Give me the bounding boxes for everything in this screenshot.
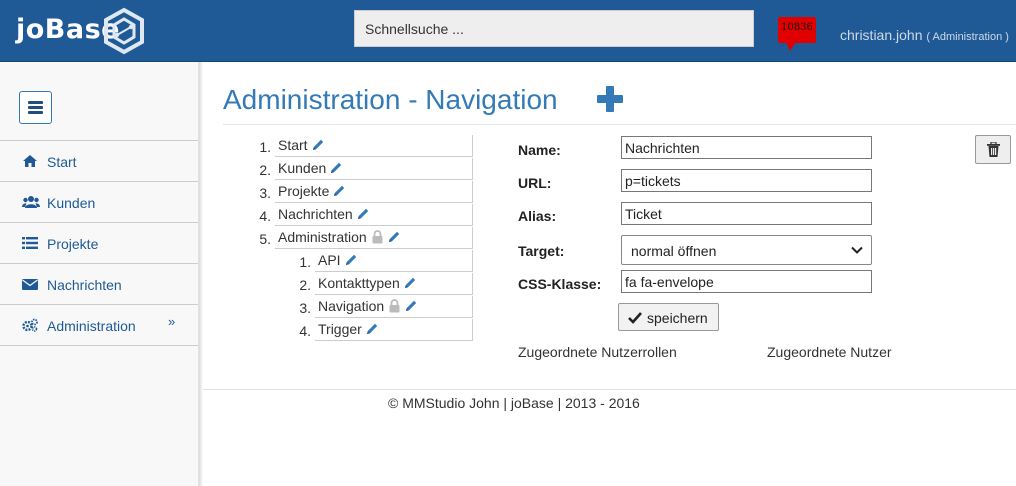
tree-child-api[interactable]: API	[315, 250, 473, 272]
user-role: ( Administration )	[926, 31, 1009, 43]
tree-item-label: Kontakttypen	[318, 275, 400, 291]
divider	[223, 124, 1016, 125]
assigned-users-label: Zugeordnete Nutzer	[767, 344, 892, 360]
tree-item-label: Administration	[278, 229, 367, 245]
tree-item-number: 5.	[259, 231, 271, 247]
sidebar-item-kunden[interactable]: Kunden	[0, 182, 198, 223]
footer-text: © MMStudio John | joBase | 2013 - 2016	[388, 395, 640, 411]
sidebar: Start Kunden Projekte Nachrichten Admini…	[0, 62, 199, 486]
tree-item-administration[interactable]: Administration	[275, 227, 473, 249]
tree-item-number: 1.	[299, 254, 311, 270]
lock-icon	[389, 299, 400, 313]
tree-item-label: Trigger	[318, 321, 362, 337]
css-class-field[interactable]	[621, 270, 872, 293]
tree-item-label: Kunden	[278, 160, 327, 176]
sidebar-item-administration[interactable]: Administration »	[0, 305, 198, 346]
assigned-roles-label: Zugeordnete Nutzerrollen	[518, 344, 677, 360]
sidebar-toggle-area	[0, 62, 198, 141]
tree-item-label: Navigation	[318, 298, 385, 314]
tree-child-navigation[interactable]: Navigation	[315, 296, 473, 318]
pencil-icon[interactable]	[365, 322, 379, 336]
quick-search-input[interactable]	[354, 10, 754, 47]
target-select-value: normal öffnen	[631, 243, 717, 259]
pencil-icon[interactable]	[356, 207, 370, 221]
notification-badge[interactable]: 10836	[778, 17, 816, 51]
tree-item-label: API	[318, 252, 341, 268]
add-plus-icon[interactable]	[595, 84, 625, 114]
save-button[interactable]: speichern	[618, 303, 719, 331]
sidebar-item-nachrichten[interactable]: Nachrichten	[0, 264, 198, 305]
footer-divider	[203, 389, 1016, 390]
list-icon	[22, 237, 38, 249]
css-class-label: CSS-Klasse:	[518, 276, 602, 292]
sidebar-item-label: Projekte	[47, 236, 99, 252]
tree-child-trigger[interactable]: Trigger	[315, 319, 473, 341]
sidebar-item-start[interactable]: Start	[0, 141, 198, 182]
sidebar-item-projekte[interactable]: Projekte	[0, 223, 198, 264]
tree-item-number: 4.	[299, 323, 311, 339]
tree-item-start[interactable]: Start	[275, 135, 473, 157]
tree-item-kunden[interactable]: Kunden	[275, 158, 473, 180]
envelope-icon	[22, 279, 38, 290]
sidebar-toggle-button[interactable]	[19, 91, 52, 124]
tree-item-projekte[interactable]: Projekte	[275, 181, 473, 203]
page-title-separator: -	[408, 84, 418, 115]
page-title-subsection: Navigation	[425, 84, 558, 115]
pencil-icon[interactable]	[403, 276, 417, 290]
sidebar-item-label: Start	[47, 154, 77, 170]
tree-item-number: 2.	[259, 162, 271, 178]
lock-icon	[372, 230, 383, 244]
url-label: URL:	[518, 175, 552, 191]
delete-button[interactable]	[975, 135, 1011, 164]
page-title: Administration - Navigation	[223, 84, 558, 116]
pencil-icon[interactable]	[387, 230, 401, 244]
sidebar-shadow	[199, 62, 203, 486]
save-button-label: speichern	[647, 310, 708, 326]
tree-item-label: Projekte	[278, 183, 330, 199]
tree-item-label: Nachrichten	[278, 206, 353, 222]
pencil-icon[interactable]	[332, 184, 346, 198]
tree-item-label: Start	[278, 137, 308, 153]
tree-item-number: 2.	[299, 277, 311, 293]
pencil-icon[interactable]	[344, 253, 358, 267]
tree-item-nachrichten[interactable]: Nachrichten	[275, 204, 473, 226]
check-icon	[628, 312, 642, 324]
target-select[interactable]: normal öffnen	[621, 235, 872, 265]
users-icon	[22, 196, 40, 208]
pencil-icon[interactable]	[329, 161, 343, 175]
cogs-icon	[22, 318, 38, 332]
pencil-icon[interactable]	[311, 138, 325, 152]
name-field[interactable]	[621, 136, 872, 159]
sidebar-item-label: Nachrichten	[47, 277, 122, 293]
home-icon	[23, 155, 37, 167]
alias-label: Alias:	[518, 208, 557, 224]
tree-item-number: 3.	[259, 185, 271, 201]
tree-item-number: 4.	[259, 208, 271, 224]
pencil-icon[interactable]	[404, 299, 418, 313]
sidebar-item-label: Administration	[47, 318, 136, 334]
chevron-double-right-icon: »	[168, 314, 176, 329]
tree-item-number: 3.	[299, 300, 311, 316]
alias-field[interactable]	[621, 202, 872, 225]
chevron-down-icon	[851, 246, 863, 254]
name-label: Name:	[518, 142, 561, 158]
page-title-section: Administration	[223, 84, 401, 115]
tree-item-number: 1.	[259, 139, 271, 155]
target-label: Target:	[518, 243, 565, 259]
user-name: christian.john	[840, 27, 923, 43]
tree-child-kontakttypen[interactable]: Kontakttypen	[315, 273, 473, 295]
top-navbar: joBase 10836 christian.john ( Administra…	[0, 0, 1016, 62]
user-menu[interactable]: christian.john ( Administration )	[840, 27, 1009, 43]
trash-icon	[987, 142, 1000, 157]
url-field[interactable]	[621, 169, 872, 192]
brand-logo-icon[interactable]	[100, 7, 148, 55]
sidebar-item-label: Kunden	[47, 195, 96, 211]
